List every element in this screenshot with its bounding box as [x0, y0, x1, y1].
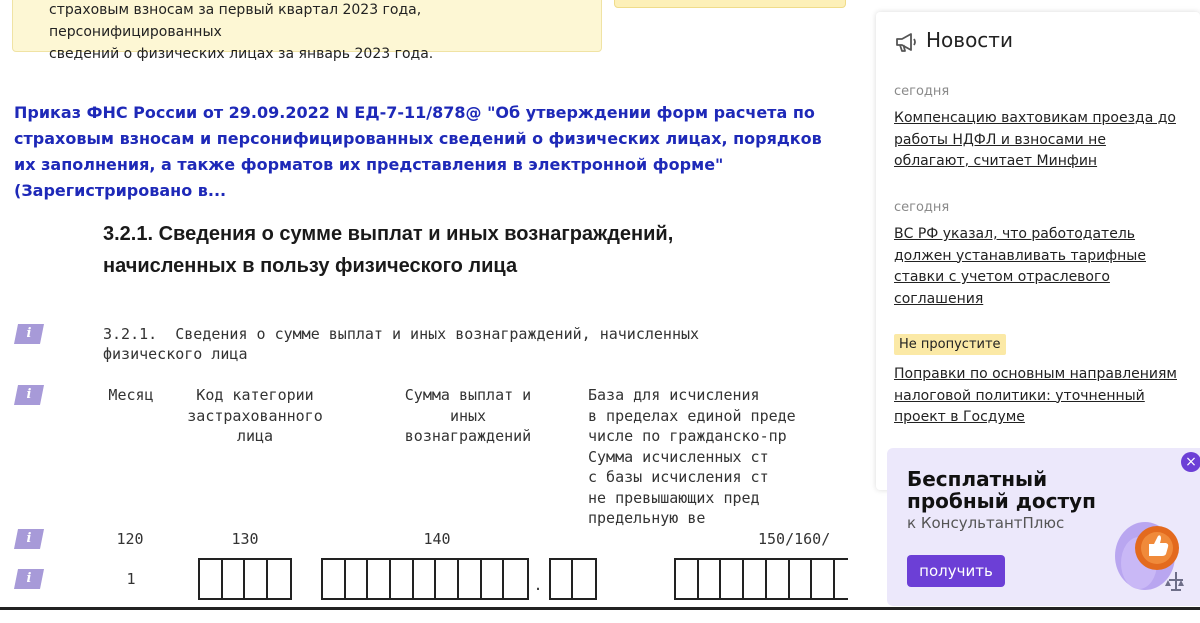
promo-subtitle: к КонсультантПлюс [907, 514, 1065, 532]
thumbs-up-illustration [1115, 522, 1184, 591]
form-section-title: 3.2.1. Сведения о сумме выплат и иных во… [103, 325, 700, 343]
section-heading-line-2: начисленных в пользу физического лица [103, 255, 518, 277]
column-code-category: 130 [231, 530, 259, 548]
column-code-base: 150/160/ [758, 530, 831, 548]
news-panel: Новости сегодня Компенсацию вахтовикам п… [876, 12, 1200, 490]
column-header-category: Код категории застрахованного лица [187, 386, 323, 445]
close-icon[interactable]: × [1181, 452, 1200, 472]
form-section-title-cont: физического лица [103, 345, 248, 363]
promo-title-line-1: Бесплатный [907, 467, 1048, 491]
row-number: 1 [126, 570, 136, 588]
news-item-link[interactable]: Поправки по основным направлениям налого… [894, 364, 1184, 429]
info-note: страховым взносам за первый квартал 2023… [12, 0, 602, 62]
news-item-link[interactable]: ВС РФ указал, что работодатель должен ус… [894, 224, 1184, 310]
news-date: сегодня [894, 84, 950, 99]
promo-banner: Бесплатный пробный доступ к КонсультантП… [887, 448, 1200, 606]
get-access-button[interactable]: получить [907, 555, 1005, 587]
column-header-payments: Сумма выплат и иных вознаграждений [404, 386, 532, 445]
section-heading: 3.2.1. Сведения о сумме выплат и иных во… [103, 218, 823, 282]
category-code-cells [198, 558, 292, 600]
dont-miss-badge: Не пропустите [894, 334, 1006, 355]
document-link[interactable]: Приказ ФНС России от 29.09.2022 N ЕД-7-1… [14, 100, 844, 204]
note-line-2: сведений о физических лицах за январь 20… [49, 46, 434, 62]
column-header-month: Месяц [108, 386, 154, 404]
promo-title: Бесплатный пробный доступ [907, 468, 1096, 512]
news-title: Новости [926, 28, 1013, 52]
secondary-note [614, 0, 846, 8]
column-header-base: База для исчисления в пределах единой пр… [588, 386, 796, 527]
column-code-month: 120 [116, 530, 144, 548]
decimal-point: . [533, 576, 543, 594]
payments-decimal-cells [549, 558, 597, 600]
bottom-divider [0, 607, 1200, 610]
base-cells [674, 558, 848, 600]
column-code-payments: 140 [423, 530, 451, 548]
promo-title-line-2: пробный доступ [907, 489, 1096, 513]
section-heading-line-1: 3.2.1. Сведения о сумме выплат и иных во… [103, 223, 674, 245]
note-line-1: страховым взносам за первый квартал 2023… [49, 2, 422, 40]
payments-integer-cells [321, 558, 529, 600]
news-date: сегодня [894, 200, 950, 215]
news-item-link[interactable]: Компенсацию вахтовикам проезда до работы… [894, 108, 1184, 173]
megaphone-icon [896, 33, 916, 52]
